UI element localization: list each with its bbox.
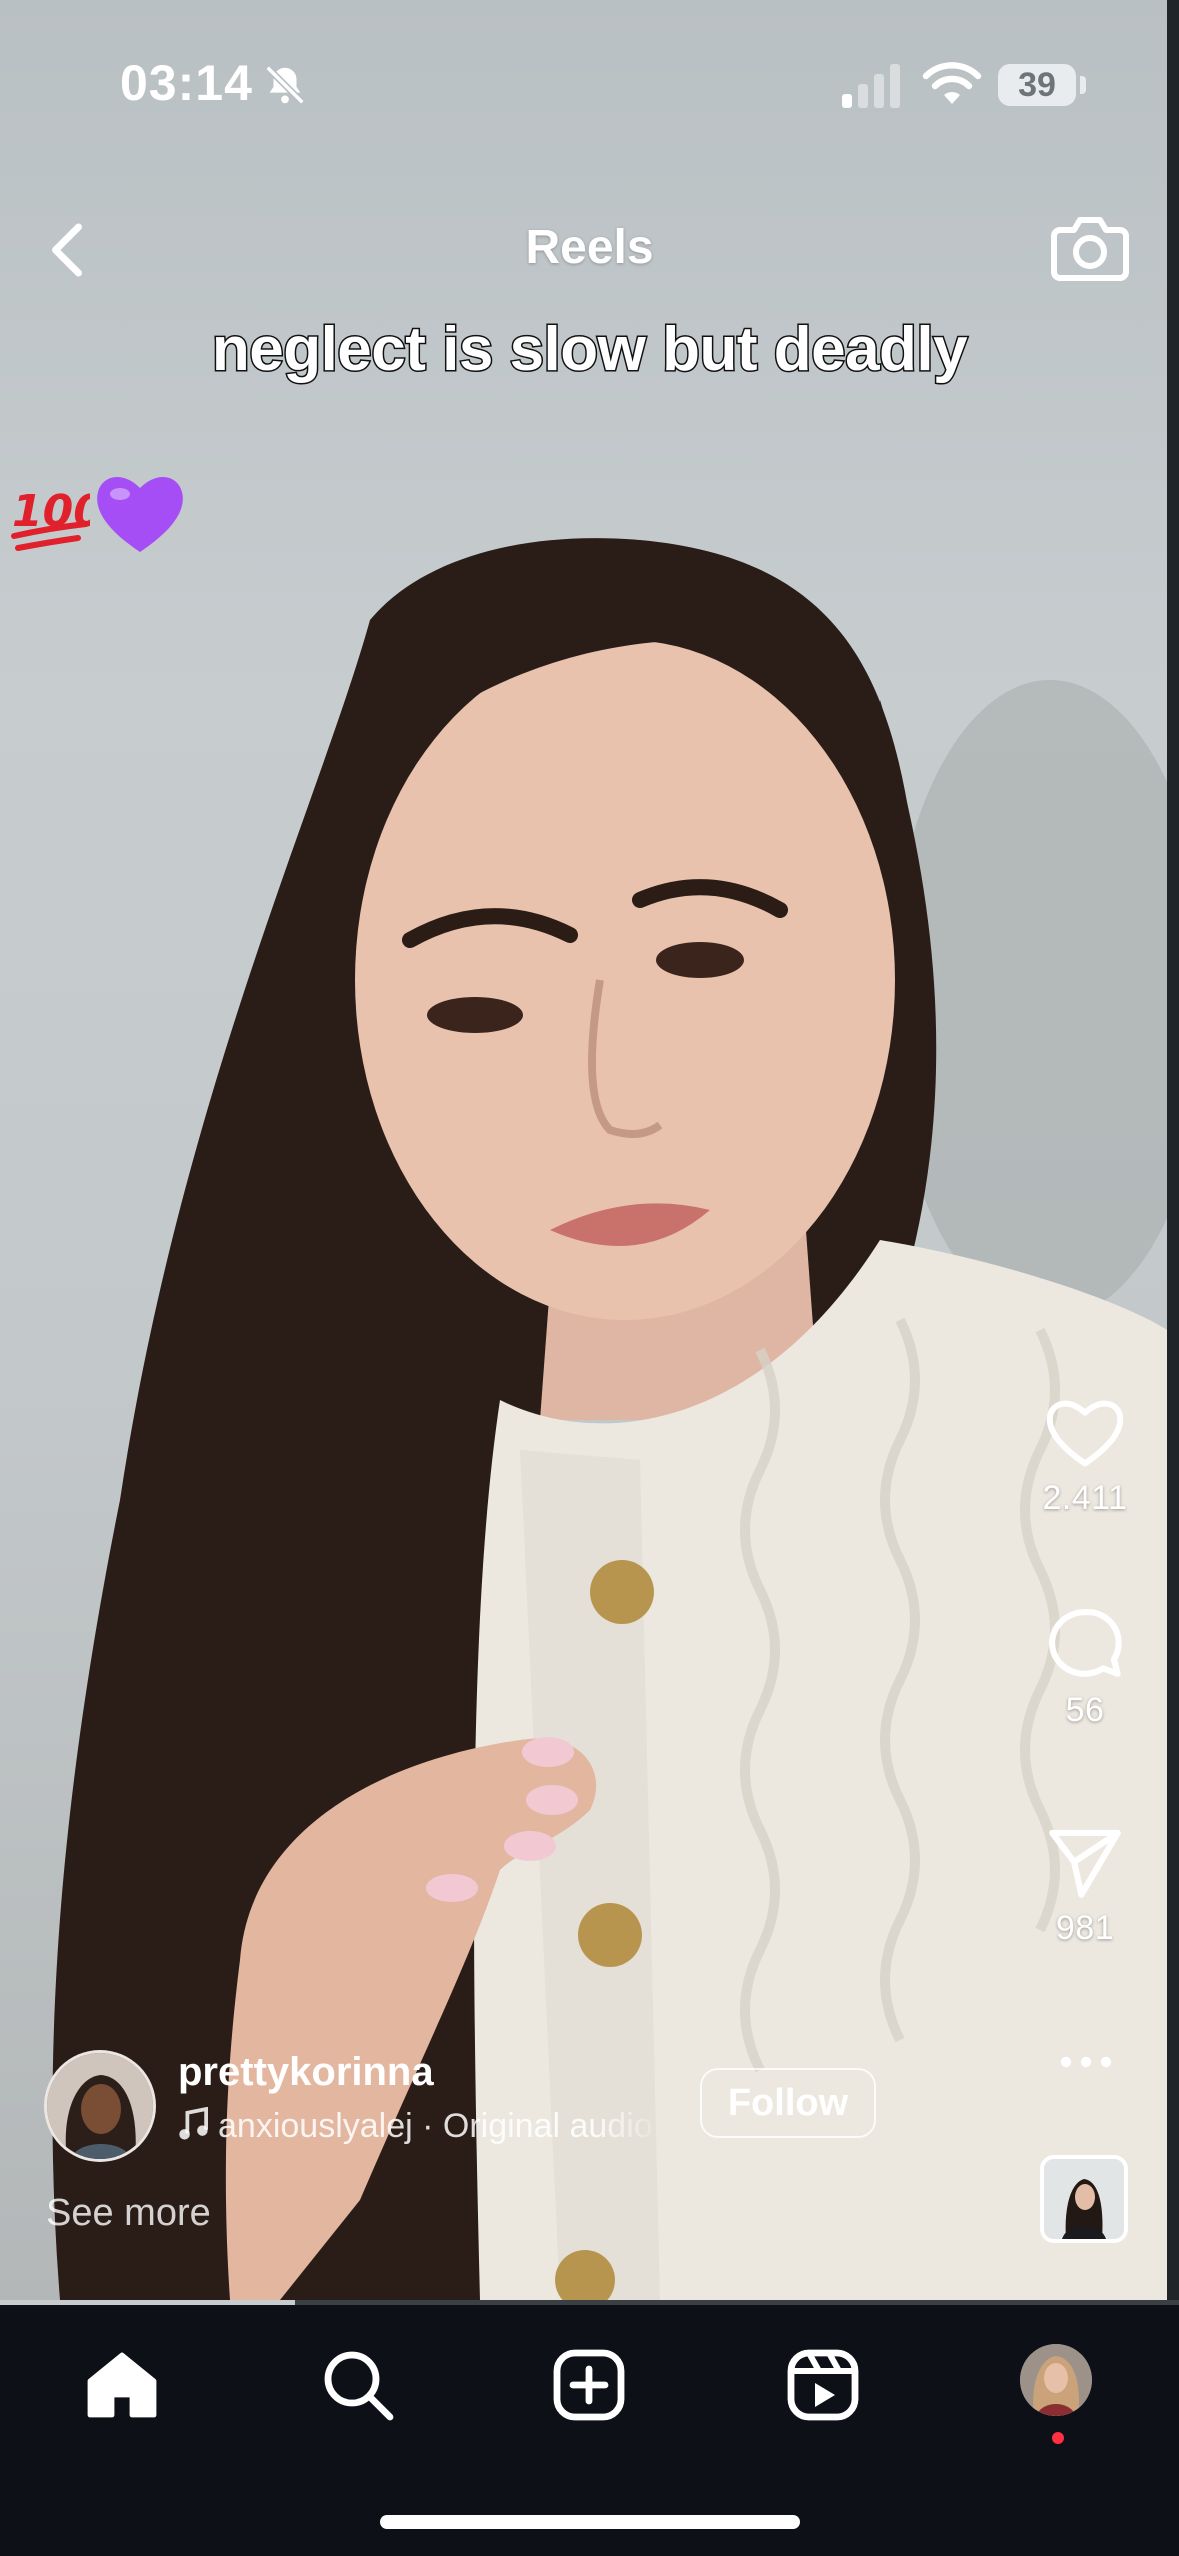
status-bar: 03:14 39 [0, 0, 1179, 170]
like-count: 2.411 [1042, 1479, 1128, 1517]
profile-avatar[interactable] [1020, 2344, 1092, 2416]
follow-button[interactable]: Follow [700, 2068, 876, 2138]
see-more-link[interactable]: See more [46, 2192, 211, 2235]
purple-heart-emoji [97, 476, 183, 552]
comment-count: 56 [1065, 1691, 1105, 1729]
hundred-points-emoji: 100 [11, 486, 90, 551]
author-avatar[interactable] [44, 2050, 156, 2162]
heart-icon[interactable] [1043, 1395, 1127, 1469]
search-icon[interactable] [318, 2345, 398, 2425]
audio-track-link[interactable]: anxiouslyalej · Original audio [178, 2107, 668, 2153]
audio-cover-image [1044, 2159, 1124, 2239]
wifi-icon [922, 62, 982, 104]
bell-off-icon [265, 65, 305, 105]
music-note-icon [179, 2107, 208, 2140]
camera-icon[interactable] [1050, 210, 1130, 286]
share-count: 981 [1055, 1909, 1115, 1947]
reels-icon[interactable] [783, 2345, 863, 2425]
like-action[interactable]: 2.411 [1030, 1395, 1140, 1518]
battery-icon: 39 [998, 64, 1076, 106]
clock: 03:14 [120, 55, 253, 111]
comment-action[interactable]: 56 [1030, 1605, 1140, 1730]
cellular-signal-icon [842, 64, 900, 108]
battery-level: 39 [1018, 66, 1056, 104]
audio-track-label: anxiouslyalej · Original audio [218, 2107, 653, 2145]
audio-thumbnail[interactable] [1040, 2155, 1128, 2243]
video-caption: neglect is slow but deadly [210, 314, 969, 386]
comment-icon[interactable] [1045, 1605, 1125, 1681]
page-title: Reels [525, 221, 654, 274]
notification-dot [1052, 2432, 1064, 2444]
more-horizontal-icon[interactable] [1056, 2040, 1116, 2084]
home-indicator [380, 2515, 800, 2529]
author-avatar-image [47, 2053, 153, 2159]
send-icon[interactable] [1045, 1825, 1125, 1899]
battery-tip [1080, 76, 1086, 94]
author-username[interactable]: prettykorinna [178, 2050, 434, 2095]
create-icon[interactable] [549, 2345, 629, 2425]
share-action[interactable]: 981 [1030, 1825, 1140, 1948]
profile-avatar-image [1020, 2344, 1092, 2416]
home-icon[interactable] [82, 2345, 162, 2425]
